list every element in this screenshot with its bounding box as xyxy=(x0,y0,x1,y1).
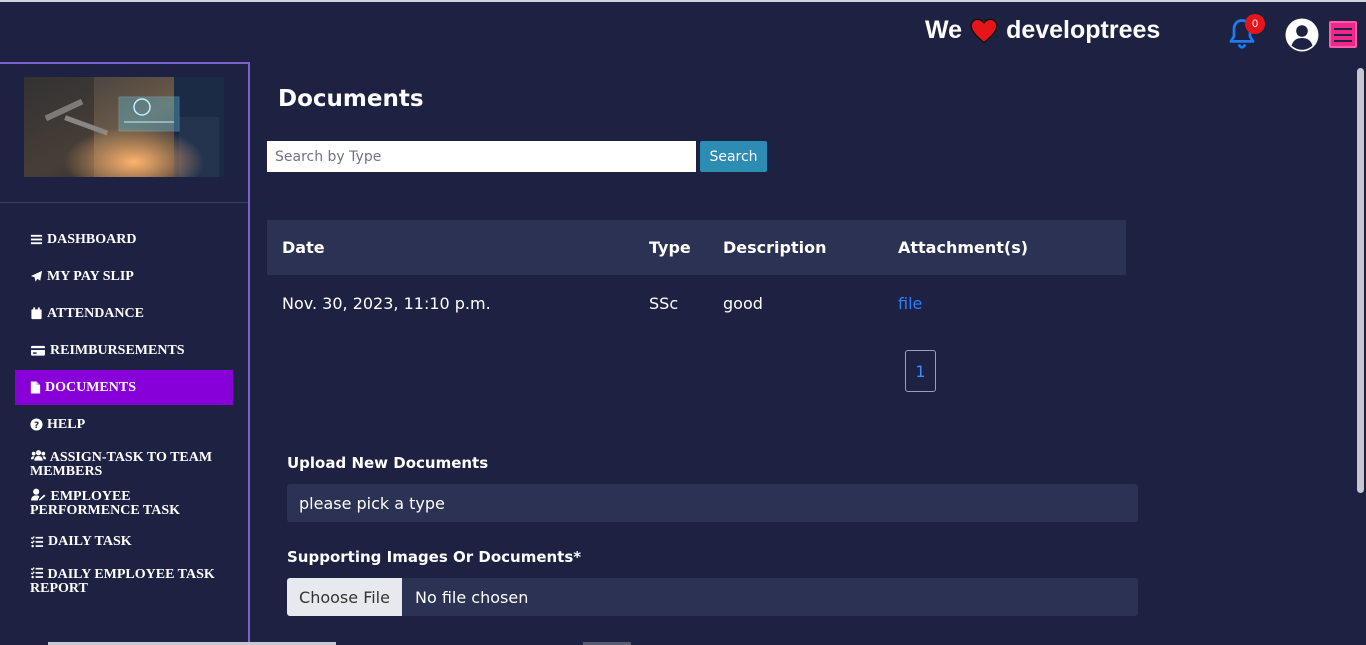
sidebar-item-label: DOCUMENTS xyxy=(45,379,137,395)
svg-text:?: ? xyxy=(34,421,39,431)
sidebar-item-label: REIMBURSEMENTS xyxy=(50,343,185,358)
top-navbar: We developtrees 0 xyxy=(0,0,1366,62)
sidebar-item-assign-task[interactable]: ASSIGN-TASK TO TEAM MEMBERS xyxy=(15,449,233,479)
sidebar-item-daily-task[interactable]: DAILY TASK xyxy=(15,535,233,549)
sidebar-item-employee-performence-task[interactable]: EMPLOYEE PERFORMENCE TASK xyxy=(15,488,233,518)
paper-plane-icon xyxy=(30,270,43,282)
column-header-description: Description xyxy=(723,238,827,257)
cell-date: Nov. 30, 2023, 11:10 p.m. xyxy=(282,293,491,313)
supporting-files-label: Supporting Images Or Documents* xyxy=(287,548,582,566)
sidebar-item-label: EMPLOYEE PERFORMENCE TASK xyxy=(30,489,180,518)
search-button[interactable]: Search xyxy=(700,141,767,172)
heart-icon xyxy=(970,18,998,44)
vertical-scrollbar-thumb[interactable] xyxy=(1357,68,1364,493)
list-check-icon xyxy=(30,567,44,579)
sidebar-item-label: ASSIGN-TASK TO TEAM MEMBERS xyxy=(30,450,213,479)
brand-text: We developtrees xyxy=(925,16,1160,45)
sidebar-item-label: DAILY EMPLOYEE TASK REPORT xyxy=(30,567,215,596)
sidebar-item-label: DAILY TASK xyxy=(48,534,132,549)
sidebar-item-attendance[interactable]: ATTENDANCE xyxy=(15,307,233,321)
sidebar-item-daily-employee-task-report[interactable]: DAILY EMPLOYEE TASK REPORT xyxy=(15,566,233,596)
file-upload-input: Choose File No file chosen xyxy=(287,578,1138,616)
pagination-page-1[interactable]: 1 xyxy=(905,350,936,392)
sidebar: DASHBOARD MY PAY SLIP ATTENDANCE REIMBUR… xyxy=(0,62,250,645)
sidebar-nav: DASHBOARD MY PAY SLIP ATTENDANCE REIMBUR… xyxy=(15,223,233,596)
sidebar-item-label: ATTENDANCE xyxy=(47,306,144,321)
column-header-type: Type xyxy=(649,238,691,257)
notification-badge: 0 xyxy=(1245,14,1265,34)
users-icon xyxy=(30,450,47,461)
sidebar-item-help[interactable]: ? HELP xyxy=(15,418,233,432)
sidebar-item-reimbursements[interactable]: REIMBURSEMENTS xyxy=(15,344,233,358)
search-input[interactable] xyxy=(267,141,696,172)
column-header-attachments: Attachment(s) xyxy=(898,238,1029,257)
main-content: Documents Search Date Type Description A… xyxy=(252,64,1354,645)
cell-attachment: file xyxy=(883,294,1126,313)
sidebar-item-label: MY PAY SLIP xyxy=(47,269,134,284)
file-icon xyxy=(30,381,41,394)
sidebar-item-dashboard[interactable]: DASHBOARD xyxy=(15,233,233,247)
upload-section-label: Upload New Documents xyxy=(287,454,489,472)
table-header: Date Type Description Attachment(s) xyxy=(267,220,1126,275)
sidebar-item-documents[interactable]: DOCUMENTS xyxy=(15,370,233,405)
document-type-select[interactable]: please pick a type xyxy=(287,484,1138,522)
bars-icon xyxy=(30,234,43,245)
documents-table: Date Type Description Attachment(s) Nov.… xyxy=(267,220,1126,331)
calendar-icon xyxy=(31,307,42,320)
sidebar-item-label: DASHBOARD xyxy=(47,232,137,247)
cell-type: SSc xyxy=(649,293,679,313)
choose-file-button[interactable]: Choose File xyxy=(287,578,402,616)
column-header-date: Date xyxy=(282,238,325,257)
question-circle-icon: ? xyxy=(30,418,43,431)
brand-post: developtrees xyxy=(1006,16,1161,44)
file-status-text: No file chosen xyxy=(415,587,529,607)
attachment-file-link[interactable]: file xyxy=(898,294,922,313)
hamburger-menu-button[interactable] xyxy=(1329,21,1357,48)
sidebar-divider xyxy=(0,202,248,203)
sidebar-item-label: HELP xyxy=(47,417,86,432)
page-title: Documents xyxy=(278,86,424,112)
cell-description: good xyxy=(723,293,763,313)
brand-pre: We xyxy=(925,16,963,44)
list-check-icon xyxy=(30,536,44,548)
user-avatar-icon[interactable] xyxy=(1285,18,1319,52)
vertical-scrollbar[interactable] xyxy=(1355,64,1366,645)
sidebar-banner-image xyxy=(24,77,224,177)
sidebar-item-my-pay-slip[interactable]: MY PAY SLIP xyxy=(15,270,233,284)
table-row: Nov. 30, 2023, 11:10 p.m. SSc good file xyxy=(267,275,1126,331)
user-edit-icon xyxy=(31,488,46,501)
credit-card-icon xyxy=(31,345,45,356)
